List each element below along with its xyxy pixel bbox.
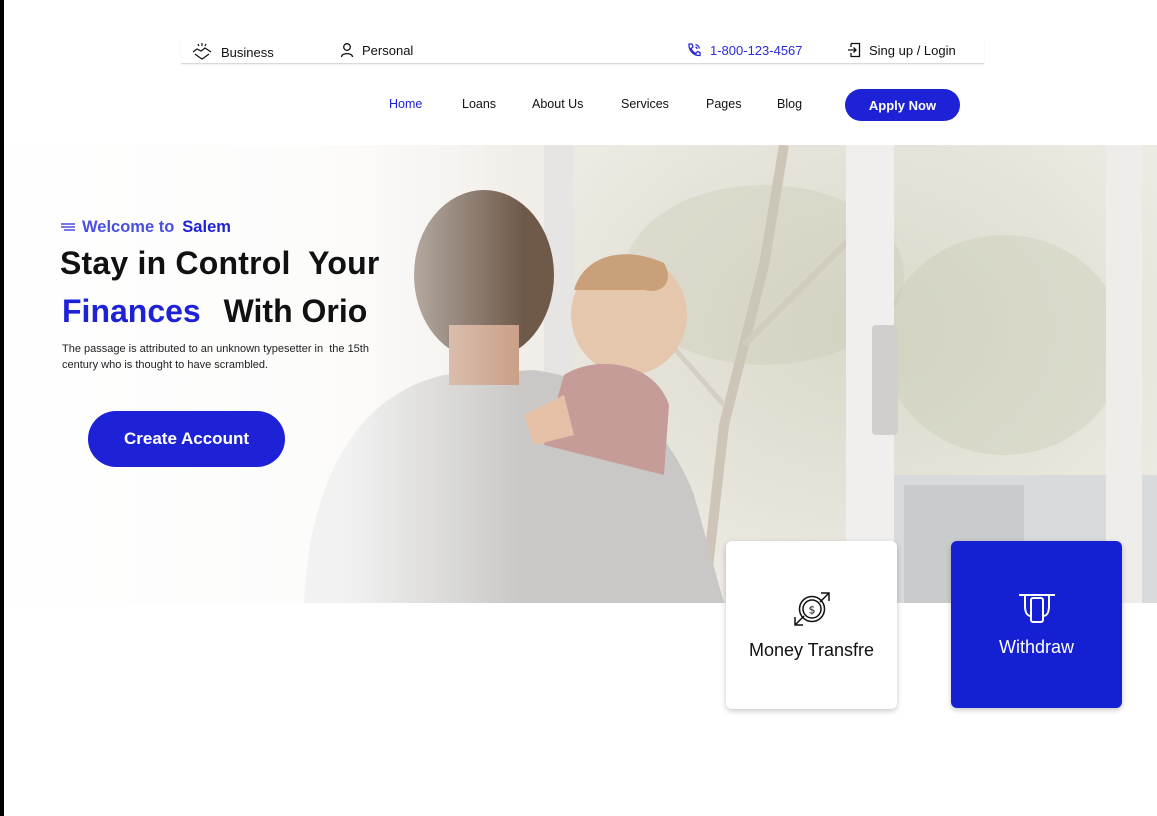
hero-paragraph: The passage is attributed to an unknown … bbox=[62, 343, 373, 371]
nav-pages[interactable]: Pages bbox=[706, 97, 741, 111]
withdraw-card[interactable]: Withdraw bbox=[951, 541, 1122, 708]
personal-label: Personal bbox=[362, 42, 414, 58]
signin-link[interactable]: Sing up / Login bbox=[847, 42, 956, 58]
hero-image bbox=[4, 145, 1157, 603]
apply-now-button[interactable]: Apply Now bbox=[845, 89, 960, 121]
business-label: Business bbox=[221, 44, 274, 60]
money-transfer-icon: $ bbox=[791, 589, 833, 634]
headline-rest: With Orio bbox=[223, 293, 368, 329]
svg-text:$: $ bbox=[808, 604, 815, 617]
login-icon bbox=[847, 42, 861, 58]
welcome-prefix: Welcome to bbox=[82, 218, 175, 236]
atm-withdraw-icon bbox=[1017, 592, 1057, 631]
welcome-tagline: Welcome to Salem bbox=[60, 218, 231, 237]
phone-icon bbox=[686, 42, 702, 58]
top-bar: Business Personal 1-800-123-4567 Sing up… bbox=[181, 38, 984, 64]
money-transfer-card[interactable]: $ Money Transfre bbox=[726, 541, 897, 709]
business-link[interactable]: Business bbox=[191, 42, 274, 62]
hero-headline-line2: Finances With Orio bbox=[62, 293, 367, 330]
money-transfer-label: Money Transfre bbox=[748, 640, 875, 660]
phone-link[interactable]: 1-800-123-4567 bbox=[686, 42, 803, 58]
create-account-button[interactable]: Create Account bbox=[88, 411, 285, 467]
nav-blog[interactable]: Blog bbox=[777, 97, 802, 111]
nav-loans[interactable]: Loans bbox=[462, 97, 496, 111]
phone-number: 1-800-123-4567 bbox=[710, 42, 803, 58]
handshake-icon bbox=[191, 42, 213, 62]
welcome-brand: Salem bbox=[182, 218, 231, 236]
hero-headline-line1: Stay in Control Your bbox=[60, 245, 380, 281]
withdraw-label: Withdraw bbox=[998, 636, 1074, 657]
signin-label: Sing up / Login bbox=[869, 42, 956, 58]
headline-highlight: Finances bbox=[62, 293, 201, 329]
user-icon bbox=[340, 42, 354, 58]
lines-icon bbox=[60, 218, 76, 237]
nav-services[interactable]: Services bbox=[621, 97, 669, 111]
personal-link[interactable]: Personal bbox=[340, 42, 413, 58]
nav-home[interactable]: Home bbox=[389, 97, 422, 111]
nav-about-us[interactable]: About Us bbox=[532, 97, 583, 111]
